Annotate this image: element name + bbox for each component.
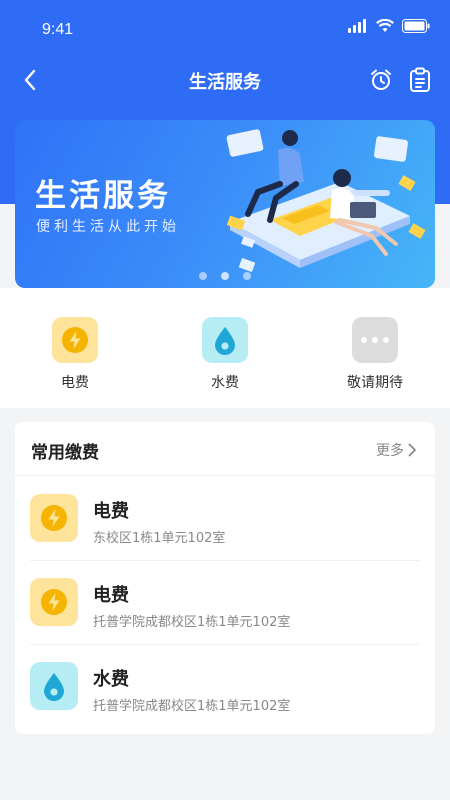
common-payments-card: 常用缴费 更多 电费 东校区1栋1单元102室 电费 托普学院成都校区1栋1单元… [15, 422, 435, 734]
status-icons [348, 19, 430, 33]
payment-row-electricity-2[interactable]: 电费 托普学院成都校区1栋1单元102室 [15, 561, 435, 645]
service-water-label: 水费 [211, 375, 239, 391]
clipboard-icon[interactable] [408, 67, 432, 93]
row-title: 水费 [93, 669, 129, 690]
payment-row-electricity-1[interactable]: 电费 东校区1栋1单元102室 [15, 477, 435, 561]
battery-icon [402, 19, 430, 33]
carousel-dot[interactable] [199, 272, 207, 280]
wifi-icon [376, 19, 394, 32]
status-bar: 9:41 [0, 0, 450, 60]
service-water[interactable]: 水费 [175, 317, 275, 392]
card-title: 常用缴费 [31, 443, 99, 463]
carousel-dot[interactable] [243, 272, 251, 280]
service-electricity-tile [52, 317, 98, 363]
banner-title: 生活服务 [35, 178, 171, 214]
service-electricity[interactable]: 电费 [25, 317, 125, 392]
water-drop-icon [215, 327, 235, 355]
banner-illustration [226, 129, 426, 273]
row-icon-tile [30, 494, 78, 542]
lightning-icon [41, 589, 67, 615]
row-icon-tile [30, 662, 78, 710]
service-electricity-label: 电费 [61, 375, 89, 391]
carousel-dot-active[interactable] [221, 272, 229, 280]
status-time: 9:41 [42, 21, 74, 38]
lightning-icon [41, 505, 67, 531]
service-coming-soon-tile [352, 317, 398, 363]
alarm-clock-icon[interactable] [368, 67, 394, 93]
lightning-icon [62, 327, 88, 353]
row-address: 托普学院成都校区1栋1单元102室 [93, 615, 291, 630]
service-grid: 电费 水费 敬请期待 [0, 288, 450, 408]
water-drop-icon [44, 673, 64, 701]
nav-bar: 生活服务 [0, 60, 450, 100]
card-header: 常用缴费 更多 [15, 422, 435, 476]
payment-row-water[interactable]: 水费 托普学院成都校区1栋1单元102室 [15, 645, 435, 729]
row-address: 东校区1栋1单元102室 [93, 531, 226, 546]
row-title: 电费 [93, 585, 129, 606]
banner-carousel[interactable]: 生活服务 便利生活从此开始 [15, 120, 435, 288]
service-coming-soon-label: 敬请期待 [347, 375, 403, 391]
more-dots-icon [361, 337, 389, 343]
service-water-tile [202, 317, 248, 363]
row-icon-tile [30, 578, 78, 626]
carousel-dots [15, 272, 435, 280]
more-label: 更多 [376, 443, 404, 459]
row-title: 电费 [93, 501, 129, 522]
banner-subtitle: 便利生活从此开始 [36, 219, 180, 235]
more-link[interactable]: 更多 [376, 440, 417, 460]
signal-icon [348, 19, 366, 33]
chevron-right-icon [408, 443, 416, 457]
row-address: 托普学院成都校区1栋1单元102室 [93, 699, 291, 714]
service-coming-soon[interactable]: 敬请期待 [325, 317, 425, 392]
